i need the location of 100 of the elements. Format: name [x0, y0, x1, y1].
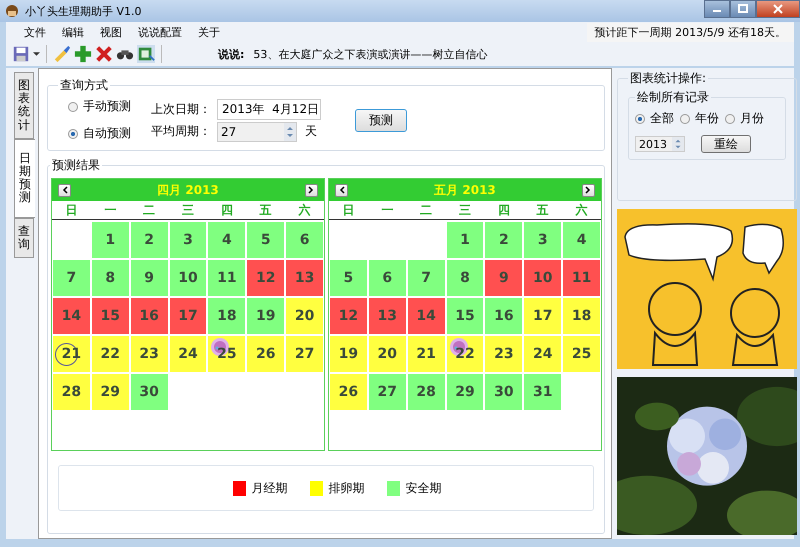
- day-cell[interactable]: 6: [368, 260, 406, 296]
- day-cell[interactable]: 9: [130, 260, 168, 296]
- predict-button[interactable]: 预测: [355, 108, 407, 132]
- day-cell[interactable]: 7: [408, 260, 445, 296]
- caret-icon[interactable]: [33, 52, 40, 56]
- day-cell[interactable]: 28: [408, 374, 445, 410]
- legend-label: 月经期: [252, 480, 288, 496]
- side-tab[interactable]: 日期预测: [14, 138, 35, 218]
- weekday-label: 一: [103, 202, 118, 218]
- day-cell[interactable]: 27: [368, 374, 406, 410]
- group-title: 图表统计操作:: [629, 70, 708, 87]
- side-tab[interactable]: 图表统计: [14, 72, 34, 139]
- day-cell[interactable]: 23: [130, 336, 168, 372]
- day-cell[interactable]: 16: [485, 298, 522, 334]
- saying-text: 53、在大庭广众之下表演或演讲——树立自信心: [253, 46, 488, 62]
- day-cell[interactable]: 29: [446, 374, 484, 410]
- day-cell[interactable]: 15: [446, 298, 484, 334]
- day-cell[interactable]: 19: [330, 336, 367, 372]
- minimize-button[interactable]: [704, 0, 730, 18]
- day-cell[interactable]: 20: [286, 298, 323, 334]
- spin-arrows-icon: [286, 124, 294, 138]
- day-cell[interactable]: 24: [170, 336, 206, 372]
- unit-label: 天: [305, 123, 317, 140]
- redraw-button[interactable]: 重绘: [701, 135, 751, 153]
- day-cell[interactable]: 18: [208, 298, 246, 334]
- previous-month-button[interactable]: [335, 184, 348, 196]
- app-icon: [4, 3, 20, 19]
- number-spinner[interactable]: 27: [217, 122, 297, 142]
- year-spinner[interactable]: 2013: [635, 136, 685, 152]
- radio-button[interactable]: [68, 128, 78, 138]
- day-cell[interactable]: 8: [92, 260, 129, 296]
- day-cell[interactable]: 26: [247, 336, 284, 372]
- radio-label: 全部: [650, 110, 674, 127]
- day-cell[interactable]: 17: [524, 298, 562, 334]
- month-title: 五月 2013: [434, 182, 496, 198]
- weekday-label: 日: [64, 202, 78, 218]
- side-tab[interactable]: 查询: [14, 218, 34, 258]
- close-button[interactable]: [756, 0, 800, 18]
- day-cell[interactable]: 11: [208, 260, 246, 296]
- menu-item[interactable]: 编辑: [54, 24, 92, 40]
- day-cell[interactable]: 8: [446, 260, 484, 296]
- day-cell[interactable]: 21: [408, 336, 445, 372]
- weekday-label: 四: [220, 202, 234, 218]
- previous-month-button[interactable]: [58, 184, 71, 196]
- day-cell[interactable]: 1: [92, 222, 129, 258]
- weekday-label: 六: [574, 202, 589, 218]
- group-title: 查询方式: [59, 77, 109, 94]
- brush-icon[interactable]: [53, 45, 71, 63]
- day-cell[interactable]: 5: [330, 260, 367, 296]
- plus-icon[interactable]: [74, 45, 92, 63]
- legend-label: 排卵期: [328, 480, 364, 496]
- day-cell[interactable]: 2: [130, 222, 168, 258]
- day-cell[interactable]: 24: [524, 336, 562, 372]
- day-cell[interactable]: 4: [563, 222, 600, 258]
- weekday-label: 一: [380, 202, 394, 218]
- radio-label: 月份: [740, 110, 764, 127]
- day-cell[interactable]: 19: [247, 298, 284, 334]
- day-cell[interactable]: 28: [53, 374, 90, 410]
- next-month-button[interactable]: [304, 184, 318, 196]
- menu-item[interactable]: 文件: [16, 24, 54, 40]
- day-cell[interactable]: 2: [485, 222, 522, 258]
- radio-button[interactable]: [680, 114, 690, 124]
- day-cell[interactable]: 3: [170, 222, 206, 258]
- menu-item[interactable]: 视图: [92, 24, 130, 40]
- radio-label: 手动预测: [83, 98, 131, 115]
- date-picker[interactable]: 2013年 4月12日: [217, 98, 321, 120]
- day-cell[interactable]: 27: [286, 336, 323, 372]
- day-cell[interactable]: 7: [53, 260, 90, 296]
- spin-arrows-icon: [674, 138, 682, 150]
- radio-button[interactable]: [635, 114, 645, 124]
- field-label: 上次日期：: [151, 100, 212, 118]
- day-cell[interactable]: 6: [286, 222, 323, 258]
- day-cell[interactable]: 22: [92, 336, 129, 372]
- day-cell[interactable]: 4: [208, 222, 246, 258]
- day-cell[interactable]: 26: [330, 374, 367, 410]
- day-cell[interactable]: 31: [524, 374, 562, 410]
- day-cell[interactable]: 25: [208, 336, 246, 372]
- radio-button[interactable]: [68, 102, 78, 112]
- day-cell[interactable]: 10: [170, 260, 206, 296]
- weekday-label: 六: [297, 202, 312, 218]
- cross-icon[interactable]: [95, 45, 113, 63]
- day-cell[interactable]: 1: [446, 222, 484, 258]
- menu-item[interactable]: 关于: [190, 24, 228, 40]
- day-cell[interactable]: 29: [92, 374, 129, 410]
- next-month-button[interactable]: [582, 184, 595, 196]
- day-cell[interactable]: 20: [368, 336, 406, 372]
- day-cell[interactable]: 25: [563, 336, 600, 372]
- menu-item[interactable]: 说说配置: [130, 24, 190, 40]
- day-cell[interactable]: 30: [485, 374, 522, 410]
- day-cell[interactable]: 30: [130, 374, 168, 410]
- day-cell[interactable]: 23: [485, 336, 522, 372]
- day-cell[interactable]: 3: [524, 222, 562, 258]
- weekday-label: 四: [496, 202, 511, 218]
- spreadsheet-icon[interactable]: [137, 45, 155, 63]
- day-cell[interactable]: 5: [247, 222, 284, 258]
- day-cell[interactable]: 18: [563, 298, 600, 334]
- radio-button[interactable]: [725, 114, 735, 124]
- saying-label: 说说:: [218, 46, 244, 62]
- maximize-button[interactable]: [730, 0, 756, 18]
- weekday-label: 三: [180, 202, 195, 218]
